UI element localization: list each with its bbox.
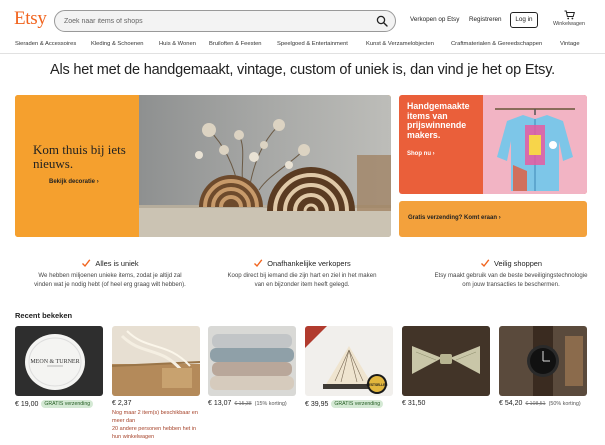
- site-header: Etsy Verkopen op Etsy Registreren Log in…: [0, 0, 605, 38]
- value-prop-title: Veilig shoppen: [493, 258, 543, 268]
- category-link[interactable]: Sieraden & Accessoires: [15, 41, 76, 47]
- category-link[interactable]: Kunst & Verzamelobjecten: [366, 41, 434, 47]
- item-thumbnail[interactable]: [499, 326, 587, 396]
- promo-title: Handgemaakte items van prijswinnende mak…: [407, 101, 470, 140]
- category-link[interactable]: Craftmaterialen & Gereedschappen: [451, 41, 542, 47]
- discount-label: (15% korting): [254, 400, 287, 407]
- category-nav: Sieraden & Accessoires Kleding & Schoene…: [0, 38, 605, 54]
- promo-cta-link[interactable]: Shop nu ›: [407, 151, 435, 157]
- scarcity-note-line: Nog maar 2 item(s) beschikbaar en meer d…: [112, 410, 198, 424]
- hero-decor-image: [139, 95, 391, 237]
- check-icon: [254, 259, 263, 268]
- signin-button[interactable]: Log in: [510, 12, 538, 28]
- bestseller-seal-text: BESTSELLER: [366, 383, 388, 387]
- check-icon: [480, 259, 490, 268]
- value-prop-text: We hebben miljoenen unieke items, zodat …: [34, 272, 186, 288]
- item-thumbnail[interactable]: MEON & TURNER: [15, 326, 103, 396]
- recent-item-card[interactable]: € 2,37 Nog maar 2 item(s) beschikbaar en…: [112, 326, 200, 441]
- category-link[interactable]: Vintage: [560, 41, 580, 47]
- value-prop-secure: Veilig shoppen Etsy maakt gebruik van de…: [431, 258, 591, 289]
- item-price: € 13,07: [208, 400, 232, 407]
- cart-button[interactable]: Winkelwagen: [549, 10, 589, 32]
- cart-label: Winkelwagen: [552, 21, 586, 27]
- value-prop-text: Etsy maakt gebruik van de beste beveilig…: [434, 272, 588, 288]
- hero-title: Kom thuis bij iets nieuws.: [33, 142, 126, 171]
- value-prop-sellers: Onafhankelijke verkopers Koop direct bij…: [222, 258, 382, 289]
- recent-item-card[interactable]: BESTSELLER € 39,95 GRATIS verzending: [305, 326, 393, 408]
- item-price: € 31,50: [402, 400, 426, 407]
- scarcity-note: Nog maar 2 item(s) beschikbaar en meer d…: [112, 409, 200, 441]
- promo-jacket-image: [483, 95, 587, 194]
- item-thumbnail[interactable]: [402, 326, 490, 396]
- value-prop-unique: Alles is uniek We hebben miljoenen uniek…: [30, 258, 190, 289]
- category-link[interactable]: Kleding & Schoenen: [91, 41, 144, 47]
- free-shipping-link[interactable]: Gratis verzending? Komt eraan ›: [408, 215, 501, 221]
- recent-item-card[interactable]: € 31,50: [402, 326, 490, 407]
- category-link[interactable]: Speelgoed & Entertainment: [277, 41, 348, 47]
- hero-text-panel: Kom thuis bij iets nieuws. Bekijk decora…: [15, 95, 139, 237]
- page-tagline: Als het met de handgemaakt, vintage, cus…: [49, 62, 556, 78]
- scarcity-note-line: 20 andere personen hebben het in hun win…: [112, 426, 197, 440]
- item-thumbnail[interactable]: [112, 326, 200, 396]
- original-price: € 15,38: [234, 400, 252, 407]
- value-prop-title: Alles is uniek: [95, 258, 139, 268]
- search-input[interactable]: [64, 14, 364, 28]
- register-link[interactable]: Registreren: [469, 16, 502, 23]
- promo-banner[interactable]: Handgemaakte items van prijswinnende mak…: [399, 95, 587, 194]
- search-icon[interactable]: [376, 15, 388, 27]
- item-price: € 54,20: [499, 400, 523, 407]
- recently-viewed-title: Recent bekeken: [15, 311, 73, 320]
- recent-item-card[interactable]: MEON & TURNER € 19,00 GRATIS verzending: [15, 326, 103, 408]
- check-icon: [82, 259, 91, 268]
- etsy-logo[interactable]: Etsy: [14, 8, 47, 30]
- sell-on-etsy-link[interactable]: Verkopen op Etsy: [410, 16, 459, 23]
- hero-cta-link[interactable]: Bekijk decoratie ›: [49, 179, 99, 185]
- item-thumbnail[interactable]: BESTSELLER: [305, 326, 393, 396]
- recent-item-card[interactable]: € 54,20 € 108,51 (50% korting): [499, 326, 587, 407]
- free-shipping-banner[interactable]: Gratis verzending? Komt eraan ›: [399, 201, 587, 237]
- hero-banner[interactable]: Kom thuis bij iets nieuws. Bekijk decora…: [15, 95, 391, 237]
- discount-label: (50% korting): [548, 400, 581, 407]
- item-price: € 39,95: [305, 400, 329, 408]
- category-link[interactable]: Huis & Wonen: [159, 41, 196, 47]
- item-thumbnail[interactable]: [208, 326, 296, 396]
- plate-engraving: MEON & TURNER: [30, 359, 79, 365]
- item-price: € 19,00: [15, 400, 39, 408]
- value-prop-text: Koop direct bij iemand die zijn hart en …: [227, 272, 377, 288]
- item-price: € 2,37: [112, 400, 132, 407]
- search-bar[interactable]: [54, 10, 396, 32]
- free-shipping-badge: GRATIS verzending: [331, 400, 384, 408]
- cart-icon: [564, 10, 575, 20]
- category-link[interactable]: Bruiloften & Feesten: [209, 41, 262, 47]
- original-price: € 108,51: [525, 400, 546, 407]
- value-prop-title: Onafhankelijke verkopers: [267, 258, 351, 268]
- recent-item-card[interactable]: € 13,07 € 15,38 (15% korting): [208, 326, 296, 407]
- free-shipping-badge: GRATIS verzending: [41, 400, 94, 408]
